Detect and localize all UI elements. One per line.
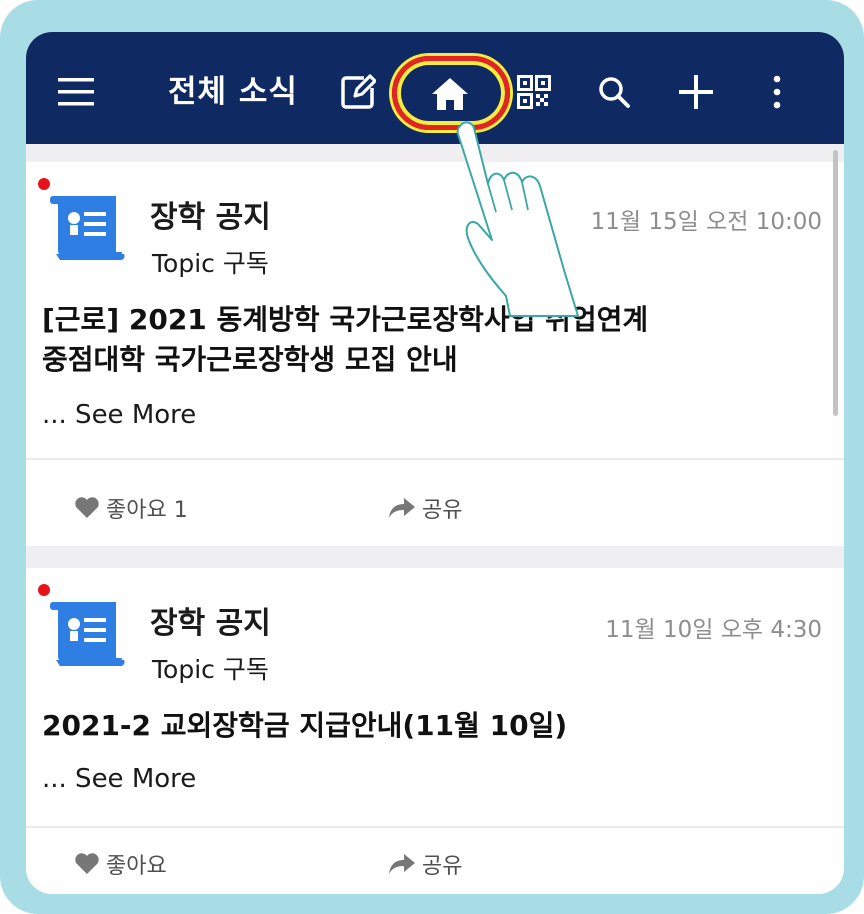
hamburger-menu-icon[interactable] <box>54 70 98 114</box>
post-title[interactable]: 2021-2 교외장학금 지급안내(11월 10일) <box>42 706 567 746</box>
qr-code-icon[interactable] <box>514 72 554 112</box>
post-title-line: 2021-2 교외장학금 지급안내(11월 10일) <box>42 709 568 742</box>
notice-document-icon <box>46 192 130 270</box>
share-arrow-icon <box>389 854 415 874</box>
share-button[interactable]: 공유 <box>388 492 462 524</box>
like-button[interactable]: 좋아요 <box>74 848 167 880</box>
see-more-link[interactable]: ... See More <box>42 400 196 430</box>
search-icon[interactable] <box>594 72 634 112</box>
channel-name: 장학 공지 <box>150 200 271 235</box>
scrollbar[interactable] <box>833 150 838 416</box>
heart-icon <box>75 497 99 518</box>
share-label: 공유 <box>422 498 463 523</box>
subscription-label: Topic 구독 <box>152 655 269 684</box>
top-app-bar: 전체 소식 <box>26 32 844 144</box>
plus-icon[interactable] <box>676 72 716 112</box>
post-card[interactable]: 장학 공지 Topic 구독 11월 15일 오전 10:00 [근로] 202… <box>26 162 844 546</box>
notice-document-icon <box>46 598 130 676</box>
unread-dot <box>38 178 50 190</box>
unread-dot <box>38 584 50 596</box>
subscription-label: Topic 구독 <box>152 249 269 278</box>
post-title-line: 중점대학 국가근로장학생 모집 안내 <box>42 343 458 376</box>
card-divider <box>26 826 844 828</box>
post-time: 11월 15일 오전 10:00 <box>590 209 822 235</box>
share-label: 공유 <box>422 854 463 879</box>
like-button[interactable]: 좋아요 1 <box>74 492 188 524</box>
page-title: 전체 소식 <box>168 74 298 110</box>
like-label: 좋아요 1 <box>106 498 188 523</box>
compose-icon[interactable] <box>338 72 378 112</box>
pointing-hand-icon <box>456 121 579 317</box>
channel-name: 장학 공지 <box>150 606 271 641</box>
app-screen: 전체 소식 장학 공지 Topic 구독 11월 15일 오전 10:00 [근… <box>26 32 844 894</box>
card-divider <box>26 458 844 460</box>
feed-spacer <box>26 546 844 568</box>
see-more-link[interactable]: ... See More <box>42 764 196 794</box>
heart-icon <box>75 853 99 874</box>
post-card[interactable]: 장학 공지 Topic 구독 11월 10일 오후 4:30 2021-2 교외… <box>26 568 844 894</box>
vertical-more-icon[interactable] <box>764 72 790 112</box>
like-label: 좋아요 <box>106 854 167 879</box>
post-time: 11월 10일 오후 4:30 <box>605 617 822 643</box>
share-button[interactable]: 공유 <box>388 848 462 880</box>
feed-spacer <box>26 144 844 162</box>
home-icon[interactable] <box>426 74 474 114</box>
share-arrow-icon <box>389 498 415 518</box>
